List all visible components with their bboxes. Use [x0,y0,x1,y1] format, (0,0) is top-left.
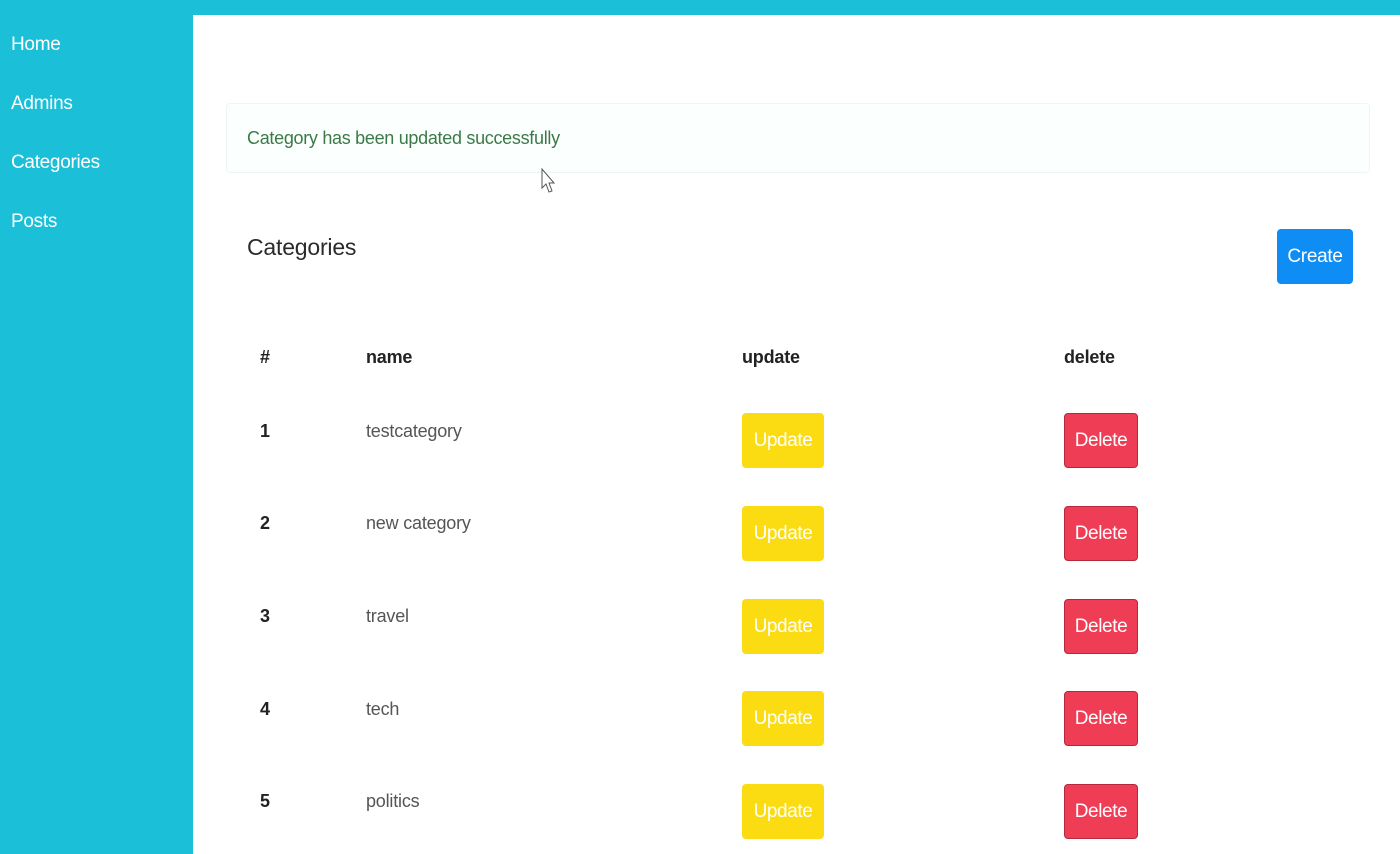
row-name: new category [366,513,471,533]
create-button[interactable]: Create [1277,229,1353,284]
page-title: Categories [247,234,357,260]
row-id: 2 [260,513,271,533]
main-content: Category has been updated successfully C… [193,15,1400,854]
row-name: tech [366,699,400,719]
sidebar-item-admins[interactable]: Admins [11,93,73,115]
column-header-update: update [742,347,800,367]
alert-message: Category has been updated successfully [247,128,560,148]
update-button[interactable]: Update [742,413,824,468]
update-button[interactable]: Update [742,599,824,654]
sidebar-item-posts[interactable]: Posts [11,211,57,233]
row-id: 1 [260,421,271,441]
update-button[interactable]: Update [742,691,824,746]
success-alert: Category has been updated successfully [226,103,1370,173]
row-id: 4 [260,699,271,719]
delete-button[interactable]: Delete [1064,691,1138,746]
row-id: 3 [260,606,271,626]
update-button[interactable]: Update [742,784,824,839]
mouse-cursor-icon [541,168,555,193]
column-header-name: name [366,347,413,367]
column-header-delete: delete [1064,347,1115,367]
sidebar: Home Admins Categories Posts [0,0,193,854]
row-name: testcategory [366,421,462,441]
delete-button[interactable]: Delete [1064,784,1138,839]
column-header-id: # [260,347,270,367]
delete-button[interactable]: Delete [1064,599,1138,654]
row-name: politics [366,791,420,811]
sidebar-item-home[interactable]: Home [11,34,61,56]
update-button[interactable]: Update [742,506,824,561]
row-name: travel [366,606,409,626]
top-bar [0,0,1400,15]
delete-button[interactable]: Delete [1064,413,1138,468]
delete-button[interactable]: Delete [1064,506,1138,561]
row-id: 5 [260,791,271,811]
sidebar-item-categories[interactable]: Categories [11,152,100,174]
